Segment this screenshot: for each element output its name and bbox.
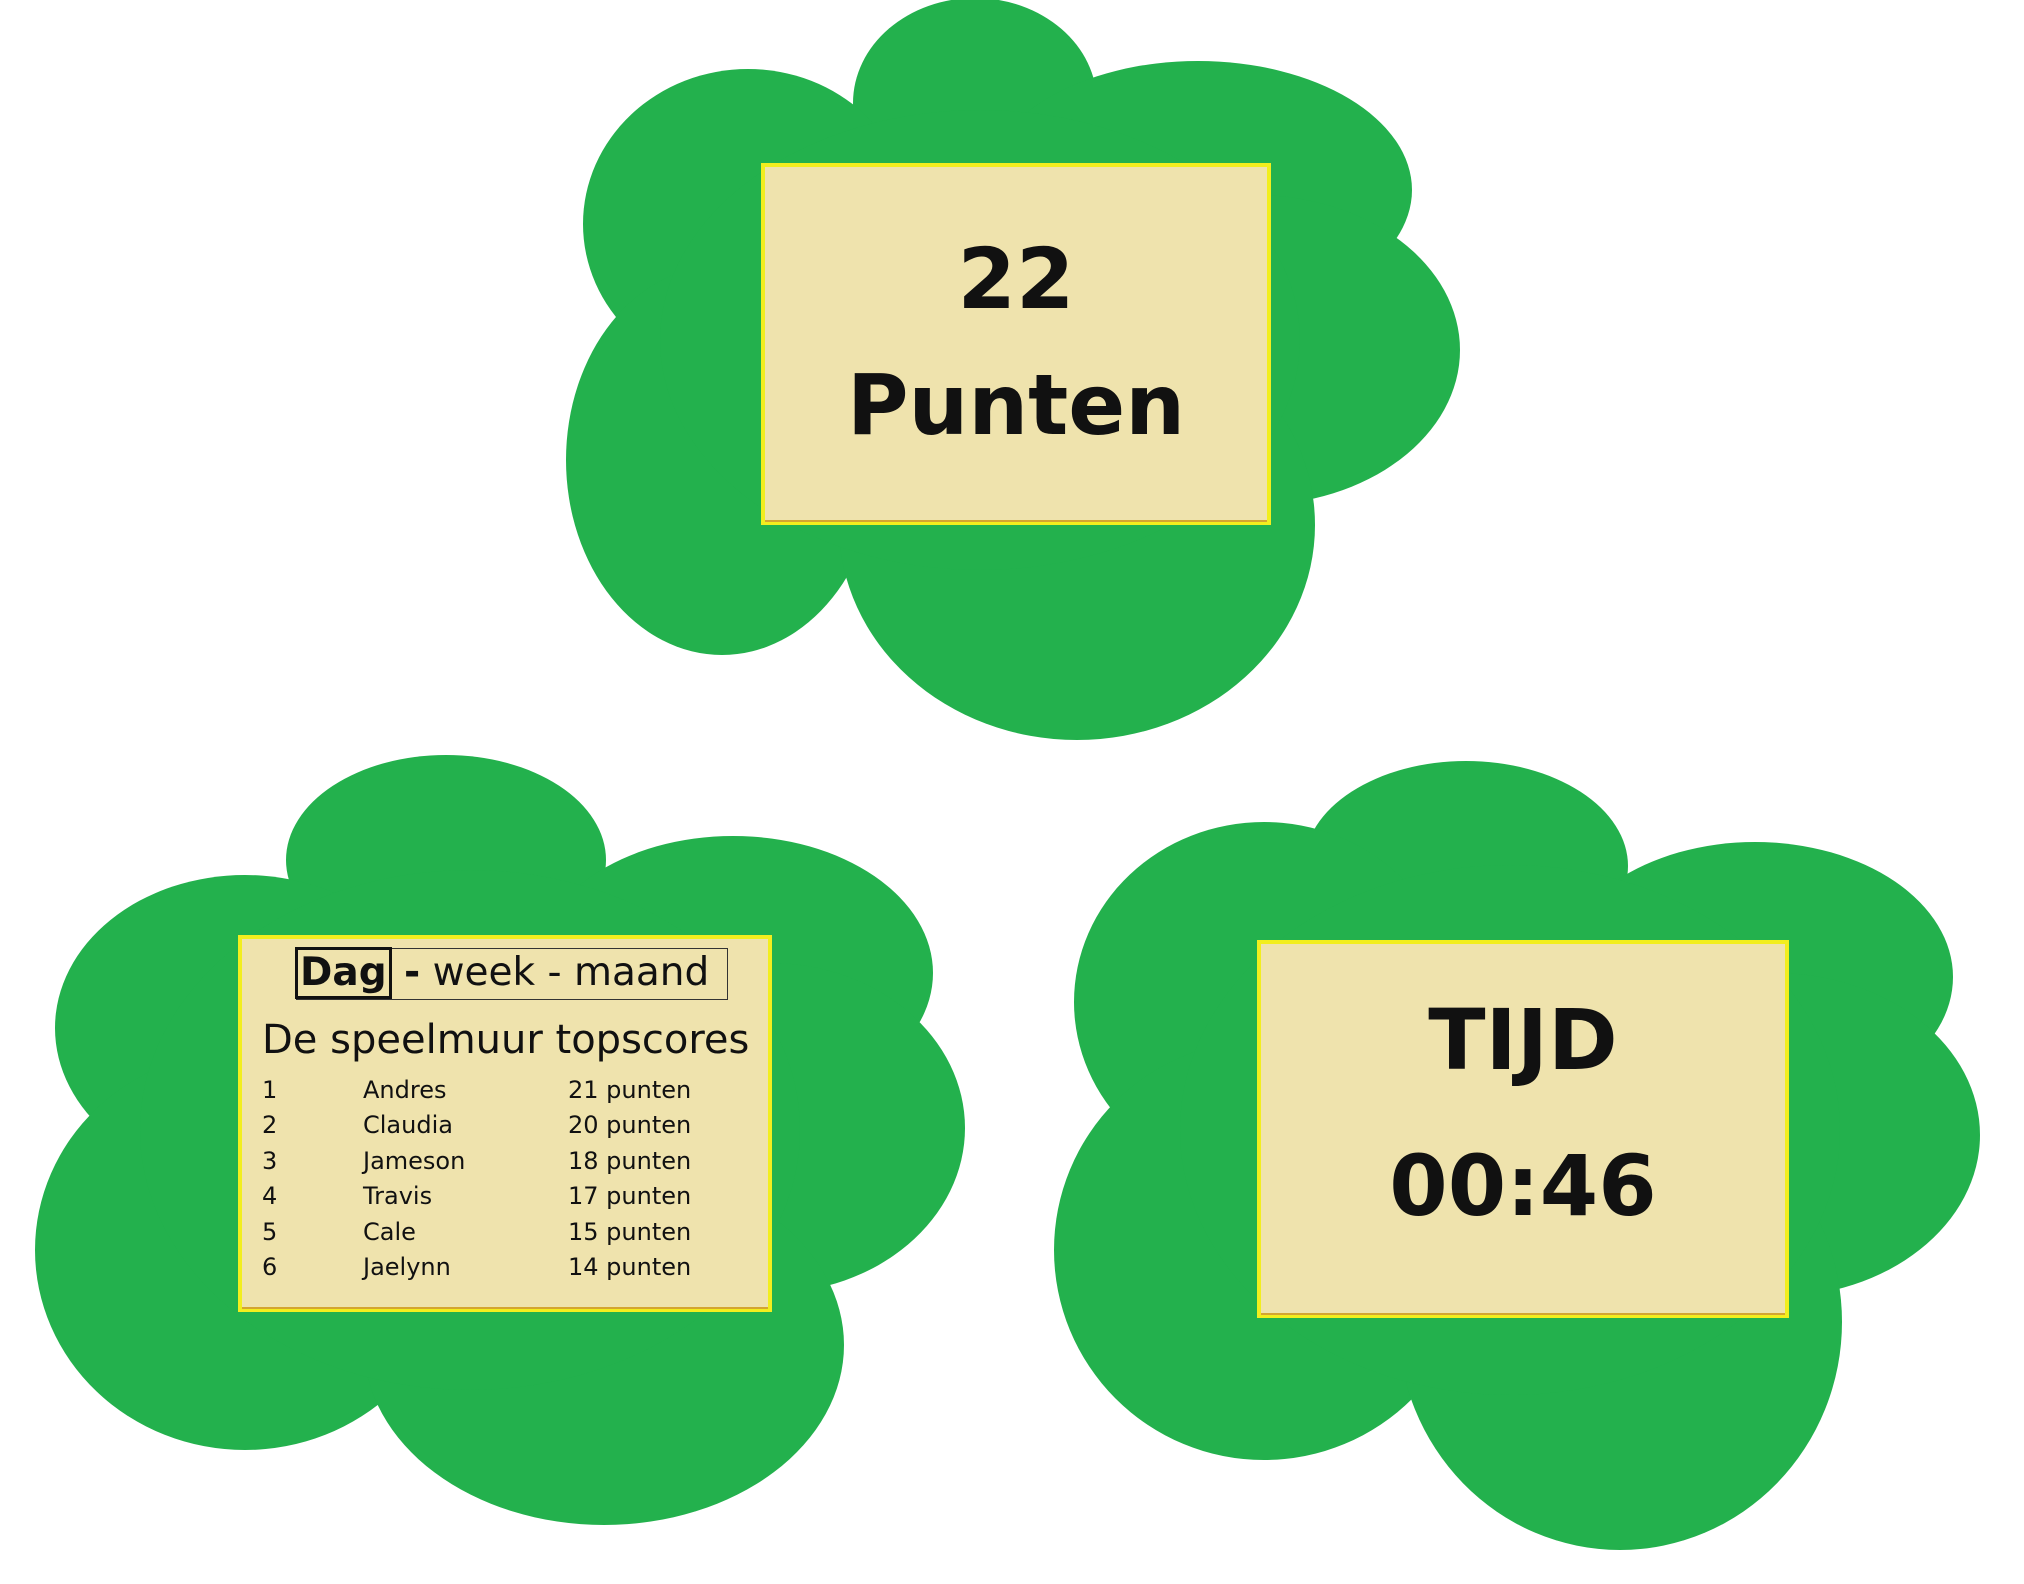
tab-week[interactable]: week bbox=[433, 950, 535, 995]
rank: 5 bbox=[262, 1217, 278, 1246]
player-score: 21 punten bbox=[568, 1076, 692, 1104]
leaderboard-row: 5 Cale 15 punten bbox=[262, 1215, 762, 1250]
player-name: Travis bbox=[363, 1182, 433, 1211]
player-name: Cale bbox=[363, 1217, 416, 1246]
rank: 4 bbox=[262, 1182, 278, 1211]
tab-month[interactable]: maand bbox=[574, 950, 709, 995]
tab-day[interactable]: Dag bbox=[295, 947, 392, 999]
timer-label: TIJD bbox=[1428, 991, 1618, 1089]
player-name: Jameson bbox=[363, 1146, 466, 1175]
player-score: 20 punten bbox=[568, 1111, 692, 1140]
player-score: 15 punten bbox=[568, 1217, 692, 1246]
timer-value: 00:46 bbox=[1389, 1137, 1657, 1235]
leaderboard-row: 6 Jaelynn 14 punten bbox=[262, 1250, 762, 1285]
score-value: 22 bbox=[957, 230, 1075, 328]
leaderboard-row: 3 Jameson 18 punten bbox=[262, 1144, 762, 1179]
score-label: Punten bbox=[846, 356, 1186, 454]
leaderboard-row: 2 Claudia 20 punten bbox=[262, 1108, 762, 1143]
player-score: 18 punten bbox=[568, 1146, 692, 1175]
player-score: 17 punten bbox=[568, 1182, 692, 1211]
player-name: Jaelynn bbox=[363, 1252, 451, 1281]
rank: 3 bbox=[262, 1146, 278, 1175]
player-name: Andres bbox=[363, 1076, 447, 1104]
period-selector: Dag - week - maand bbox=[295, 947, 728, 1000]
rank: 2 bbox=[262, 1111, 278, 1140]
score-panel: 22 Punten bbox=[761, 163, 1271, 525]
rank: 6 bbox=[262, 1252, 278, 1281]
leaderboard-title: De speelmuur topscores bbox=[262, 1017, 750, 1063]
leaderboard-panel: Dag - week - maand De speelmuur topscore… bbox=[238, 935, 772, 1312]
leaderboard-row: 4 Travis 17 punten bbox=[262, 1179, 762, 1214]
rank: 1 bbox=[262, 1076, 278, 1104]
leaderboard-list: 1 Andres 21 punten 2 Claudia 20 punten 3… bbox=[262, 1073, 762, 1285]
timer-panel: TIJD 00:46 bbox=[1257, 940, 1789, 1318]
tab-separator: - bbox=[404, 950, 421, 995]
tab-separator: - bbox=[547, 950, 562, 995]
player-score: 14 punten bbox=[568, 1252, 692, 1281]
player-name: Claudia bbox=[363, 1111, 453, 1140]
leaderboard-row: 1 Andres 21 punten bbox=[262, 1073, 762, 1108]
